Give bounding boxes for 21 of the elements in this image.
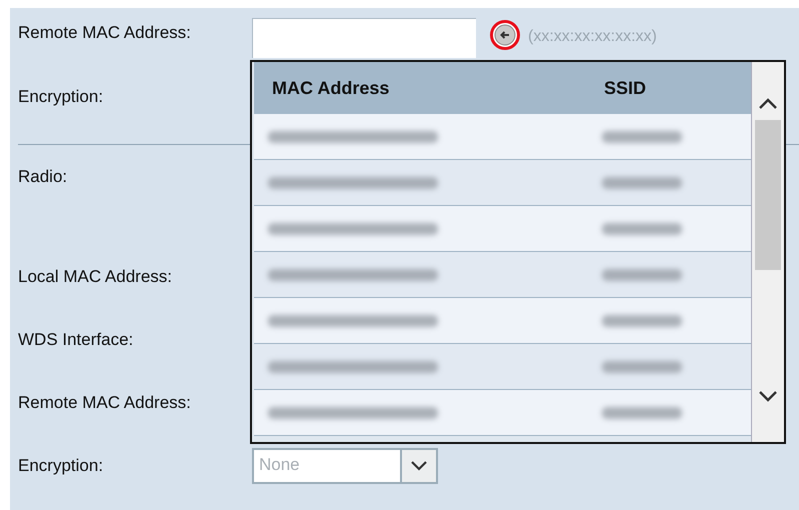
chevron-down-icon	[410, 460, 428, 472]
field-label: Remote MAC Address:	[18, 392, 192, 412]
column-header: MAC Address	[271, 78, 390, 98]
column-header: SSID	[603, 78, 646, 98]
table-row[interactable]	[254, 114, 752, 160]
field-label: Encryption:	[18, 87, 104, 107]
format-hint: (xx:xx:xx:xx:xx:xx)	[528, 28, 657, 46]
field-label: Local MAC Address:	[18, 266, 174, 286]
field-label: Radio:	[18, 167, 68, 187]
arrow-button[interactable]	[490, 20, 520, 50]
table-row[interactable]	[254, 206, 752, 252]
input-field[interactable]	[252, 18, 476, 58]
field-label: Encryption:	[18, 456, 104, 476]
table-row[interactable]	[254, 390, 752, 436]
chevron-down-icon	[758, 390, 778, 404]
field-label: WDS Interface:	[18, 330, 134, 350]
table-row[interactable]	[254, 298, 752, 344]
scrollbar[interactable]	[751, 62, 784, 442]
scrollbar-thumb[interactable]	[755, 120, 782, 270]
field-label: Remote MAC Address:	[18, 23, 192, 43]
chevron-up-icon	[758, 96, 778, 110]
